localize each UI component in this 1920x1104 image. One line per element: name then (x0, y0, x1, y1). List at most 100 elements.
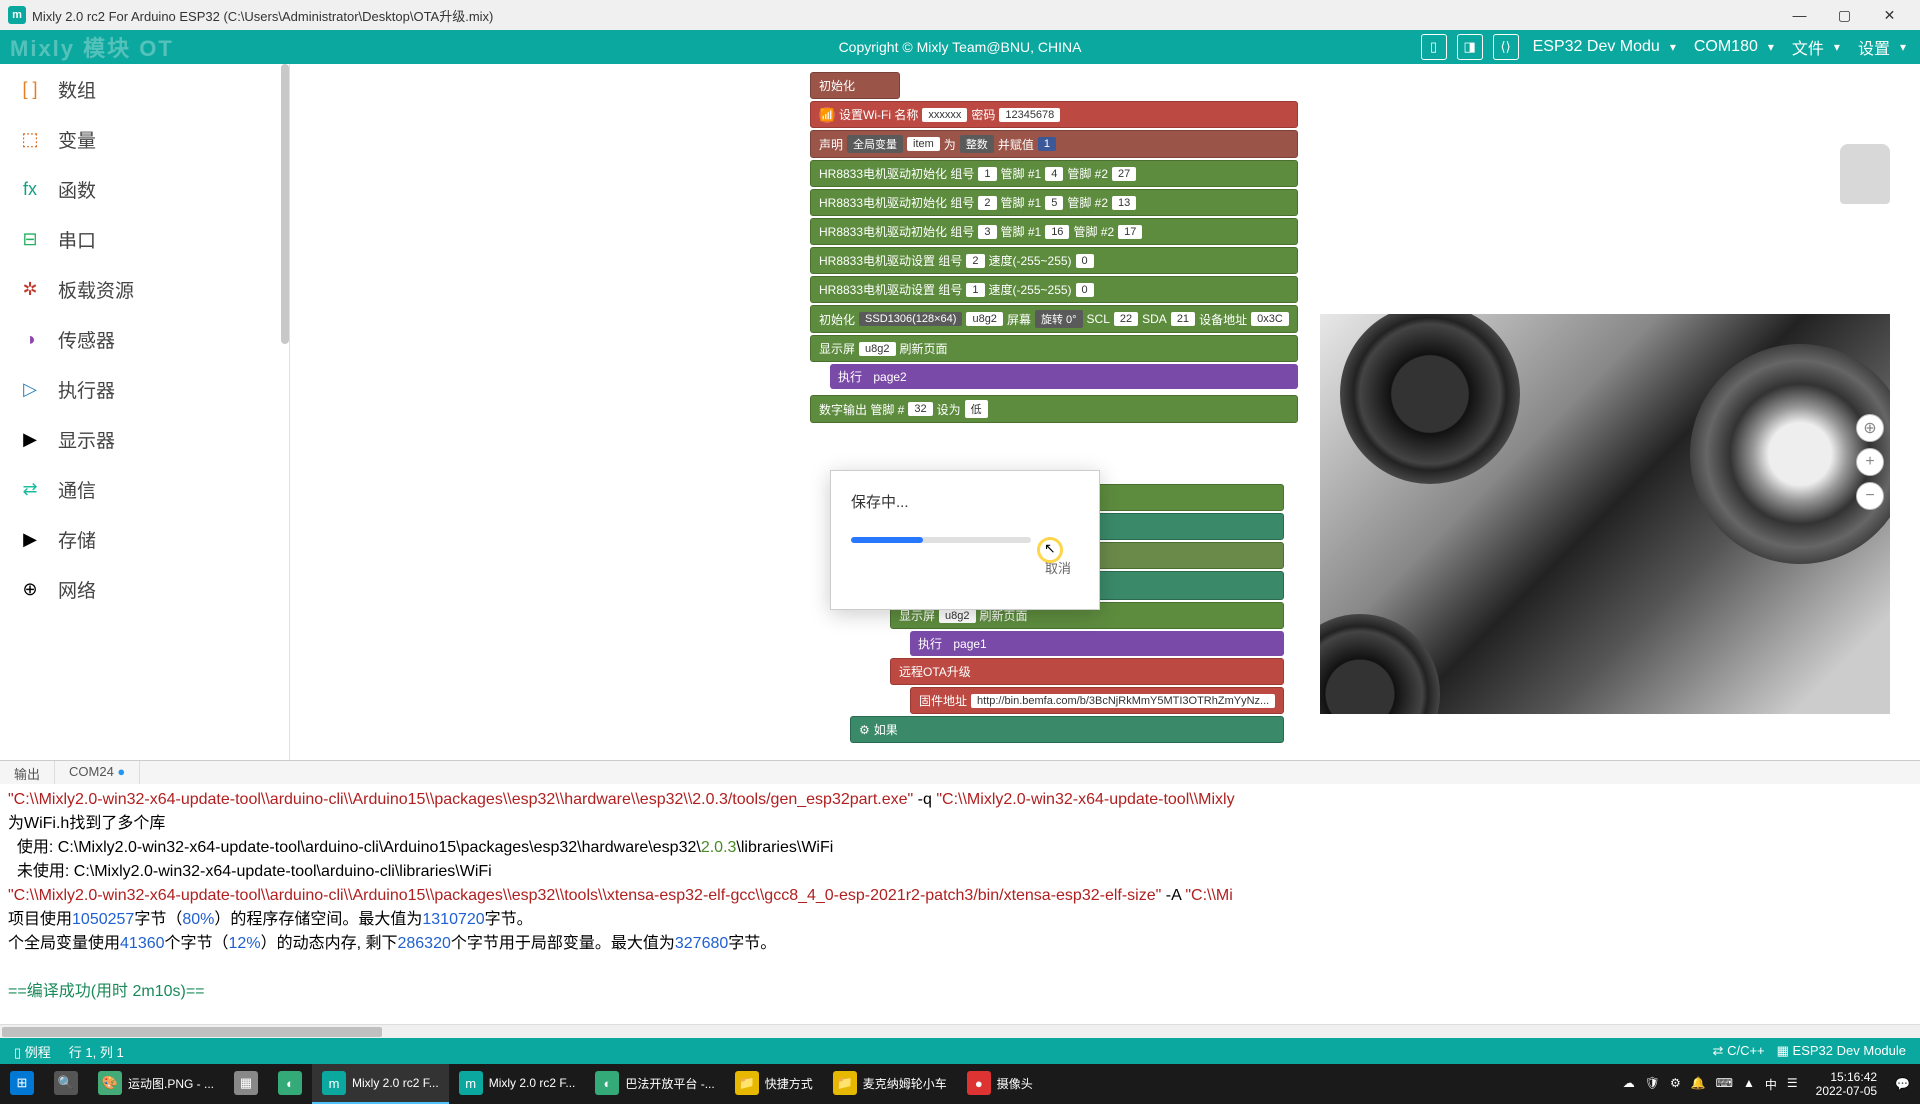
sidebar-item-3[interactable]: ⊟串口 (0, 214, 289, 264)
com-tab[interactable]: COM24 (55, 761, 140, 784)
taskbar-clock[interactable]: 15:16:422022-07-05 (1808, 1070, 1885, 1099)
taskbar-item-2[interactable]: 🎨运动图.PNG - ... (88, 1064, 224, 1104)
declare-block[interactable]: 声明 全局变量 item 为 整数 并赋值 1 (810, 130, 1298, 158)
sidebar-item-8[interactable]: ⇄通信 (0, 464, 289, 514)
output-tab[interactable]: 输出 (0, 761, 55, 784)
tray-icon[interactable]: ⌨ (1716, 1076, 1733, 1093)
category-label: 变量 (58, 126, 96, 153)
minimize-button[interactable]: — (1777, 0, 1822, 30)
app-toolbar: Mixly 模块 OT Copyright © Mixly Team@BNU, … (0, 30, 1920, 64)
mouse-cursor: ↖ (1040, 540, 1060, 560)
tray-icon[interactable]: ☰ (1787, 1076, 1798, 1093)
board-select[interactable]: ESP32 Dev Modu (1529, 38, 1680, 56)
zoom-in-button[interactable]: + (1856, 448, 1884, 476)
category-label: 板载资源 (58, 276, 134, 303)
category-label: 显示器 (58, 426, 115, 453)
sidebar-item-2[interactable]: fx 函数 (0, 164, 289, 214)
category-icon: ▷ (18, 377, 42, 401)
category-label: 通信 (58, 476, 96, 503)
sidebar-scrollbar[interactable] (281, 64, 289, 344)
zoom-target-button[interactable]: ⊕ (1856, 414, 1884, 442)
category-label: 存储 (58, 526, 96, 553)
ota-block[interactable]: 远程OTA升级 (890, 658, 1284, 685)
firmware-url-block[interactable]: 固件地址 http://bin.bemfa.com/b/3BcNjRkMmY5M… (910, 687, 1284, 714)
blockly-workspace[interactable]: 初始化 📶 设置Wi-Fi 名称 xxxxxx 密码 12345678 声明 全… (290, 64, 1920, 760)
tray-icon[interactable]: ☁ (1623, 1076, 1635, 1093)
maximize-button[interactable]: ▢ (1822, 0, 1867, 30)
window-title: Mixly 2.0 rc2 For Arduino ESP32 (C:\User… (32, 6, 493, 25)
taskbar-item-3[interactable]: ▦ (224, 1064, 268, 1104)
port-select[interactable]: COM180 (1690, 38, 1778, 56)
tray-icon[interactable]: 🔔 (1691, 1076, 1706, 1093)
copyright-text: Copyright © Mixly Team@BNU, CHINA (839, 39, 1082, 55)
if-block-2[interactable]: ⚙ 如果 (850, 716, 1284, 743)
category-icon: ▶ (18, 427, 42, 451)
tray-icon[interactable]: ⚙ (1670, 1076, 1681, 1093)
sidebar-item-6[interactable]: ▷ 执行器 (0, 364, 289, 414)
settings-menu[interactable]: 设置 (1854, 35, 1910, 59)
motor-init-block[interactable]: HR8833电机驱动初始化 组号 2 管脚 #1 5 管脚 #2 13 (810, 189, 1298, 216)
console-output[interactable]: "C:\\Mixly2.0-win32-x64-update-tool\\ard… (0, 784, 1920, 1024)
sidebar-item-4[interactable]: ✲ 板载资源 (0, 264, 289, 314)
taskbar-item-6[interactable]: mMixly 2.0 rc2 F... (449, 1064, 586, 1104)
exec-page1-block[interactable]: 执行 page1 (910, 631, 1284, 656)
digital-out-block[interactable]: 数字输出 管脚 # 32 设为 低 (810, 395, 1298, 423)
taskbar-item-8[interactable]: 📁快捷方式 (725, 1064, 823, 1104)
status-bar: ▯ 例程 行 1, 列 1 ⇄ C/C++ ▦ ESP32 Dev Module (0, 1038, 1920, 1064)
system-tray: ☁ 🛡 ⚙ 🔔 ⌨ ▲ 中 ☰ 15:16:422022-07-05 💬 (1613, 1070, 1920, 1099)
progress-bar (851, 537, 1031, 543)
taskbar-item-1[interactable]: 🔍 (44, 1064, 88, 1104)
toolbar-icon-2[interactable]: ◨ (1457, 34, 1483, 60)
display-refresh-block[interactable]: 显示屏 u8g2 刷新页面 (810, 335, 1298, 362)
category-label: 执行器 (58, 376, 115, 403)
close-button[interactable]: ✕ (1867, 0, 1912, 30)
oled-init-block[interactable]: 初始化 SSD1306(128×64) u8g2 屏幕 旋转 0° SCL22 … (810, 305, 1298, 333)
taskbar-item-9[interactable]: 📁麦克纳姆轮小车 (823, 1064, 957, 1104)
sidebar-item-5[interactable]: ◑传感器 (0, 314, 289, 364)
category-label: 数组 (58, 76, 96, 103)
category-label: 串口 (58, 226, 96, 253)
modal-title: 保存中... (851, 491, 1079, 512)
category-icon: ✲ (18, 277, 42, 301)
status-board: ▦ ESP32 Dev Module (1777, 1043, 1906, 1059)
sidebar-item-7[interactable]: ▶ 显示器 (0, 414, 289, 464)
taskbar-item-4[interactable]: ◐ (268, 1064, 312, 1104)
sidebar-item-0[interactable]: [ ] 数组 (0, 64, 289, 114)
sidebar-item-9[interactable]: ▶存储 (0, 514, 289, 564)
notification-icon[interactable]: 💬 (1895, 1077, 1910, 1091)
taskbar-item-10[interactable]: ●摄像头 (957, 1064, 1043, 1104)
file-menu[interactable]: 文件 (1788, 35, 1844, 59)
category-icon: fx (18, 177, 42, 201)
taskbar-item-0[interactable]: ⊞ (0, 1064, 44, 1104)
motor-speed-block[interactable]: HR8833电机驱动设置 组号 2 速度(-255~255) 0 (810, 247, 1298, 274)
motor-init-block[interactable]: HR8833电机驱动初始化 组号 3 管脚 #1 16 管脚 #2 17 (810, 218, 1298, 245)
console-h-scrollbar[interactable] (0, 1024, 1920, 1038)
toolbar-icon-1[interactable]: ▯ (1421, 34, 1447, 60)
init-block[interactable]: 初始化 (810, 72, 900, 99)
taskbar-item-7[interactable]: ◐巴法开放平台 -... (585, 1064, 724, 1104)
console-tabs: 输出 COM24 (0, 760, 1920, 784)
sidebar-item-10[interactable]: ⊕网络 (0, 564, 289, 614)
window-titlebar: m Mixly 2.0 rc2 For Arduino ESP32 (C:\Us… (0, 0, 1920, 30)
toolbar-icon-3[interactable]: ⟨⟩ (1493, 34, 1519, 60)
category-label: 函数 (58, 176, 96, 203)
motor-init-block[interactable]: HR8833电机驱动初始化 组号 1 管脚 #1 4 管脚 #2 27 (810, 160, 1298, 187)
taskbar-item-5[interactable]: mMixly 2.0 rc2 F... (312, 1064, 449, 1104)
tray-icon[interactable]: ▲ (1743, 1076, 1755, 1093)
camera-preview: ⊕ + − (1320, 314, 1890, 714)
motor-speed-block[interactable]: HR8833电机驱动设置 组号 1 速度(-255~255) 0 (810, 276, 1298, 303)
wifi-block[interactable]: 📶 设置Wi-Fi 名称 xxxxxx 密码 12345678 (810, 101, 1298, 128)
windows-taskbar: ⊞🔍🎨运动图.PNG - ...▦◐mMixly 2.0 rc2 F...mMi… (0, 1064, 1920, 1104)
status-lang: ⇄ C/C++ (1713, 1043, 1765, 1059)
category-label: 传感器 (58, 326, 115, 353)
sidebar-item-1[interactable]: ⬚变量 (0, 114, 289, 164)
tray-icon[interactable]: 中 (1765, 1076, 1777, 1093)
exec-page-block[interactable]: 执行 page2 (830, 364, 1298, 389)
backpack-icon[interactable] (1840, 144, 1890, 204)
app-icon: m (8, 6, 26, 24)
tray-icon[interactable]: 🛡 (1645, 1076, 1660, 1093)
status-example[interactable]: ▯ 例程 (14, 1042, 51, 1061)
zoom-out-button[interactable]: − (1856, 482, 1884, 510)
category-icon: [ ] (18, 77, 42, 101)
status-cursor: 行 1, 列 1 (69, 1042, 124, 1061)
